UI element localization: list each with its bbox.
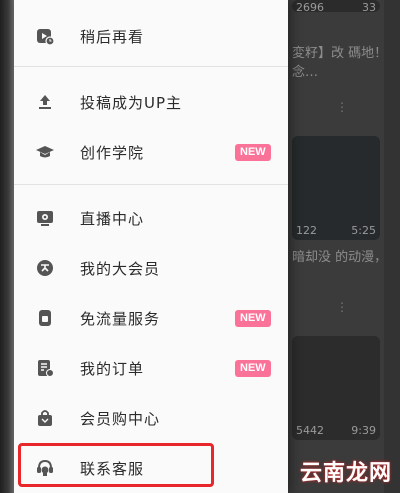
shopping-bag-icon (34, 407, 56, 429)
menu-item-label: 会员购中心 (80, 409, 161, 428)
duration: 33 (362, 1, 376, 12)
device-bezel (0, 0, 14, 493)
view-count: 122 (296, 224, 317, 237)
menu-item-label: 稍后再看 (80, 27, 145, 46)
background-feed: 2696 33 変籽】改 碼地！念… ⋮ 122 5:25 暗却没 的动漫， ⋮… (288, 0, 400, 493)
menu-item-watch-later[interactable]: 稍后再看 (14, 14, 288, 58)
upload-icon (34, 91, 56, 113)
sim-card-icon (34, 307, 56, 329)
duration: 9:39 (351, 424, 376, 437)
more-icon[interactable]: ⋮ (336, 100, 348, 114)
menu-item-label: 我的大会员 (80, 259, 161, 278)
menu-item-vip-shop[interactable]: 会员购中心 (14, 396, 288, 440)
duration: 5:25 (351, 224, 376, 237)
divider (14, 184, 288, 185)
menu-item-live-center[interactable]: 直播中心 (14, 196, 288, 240)
video-thumbnail[interactable]: 5442 9:39 (292, 336, 380, 440)
highlight-box (18, 443, 214, 487)
menu-item-upload[interactable]: 投稿成为UP主 (14, 80, 288, 124)
navigation-drawer: 稍后再看 投稿成为UP主 创作学院 NEW 直播中心 我的大会员 免流量服务 N… (14, 0, 288, 493)
live-tv-icon (34, 207, 56, 229)
more-icon[interactable]: ⋮ (336, 300, 348, 314)
menu-item-label: 免流量服务 (80, 309, 161, 328)
play-later-icon (34, 25, 56, 47)
graduation-cap-icon (34, 141, 56, 163)
video-title[interactable]: 変籽】改 碼地！念… (292, 44, 398, 82)
menu-item-label: 投稿成为UP主 (80, 93, 183, 112)
watermark: 云南龙网 (299, 461, 392, 486)
view-count: 2696 (296, 1, 324, 12)
menu-item-label: 直播中心 (80, 209, 145, 228)
new-badge: NEW (235, 359, 271, 377)
menu-item-free-data[interactable]: 免流量服务 NEW (14, 296, 288, 340)
menu-item-creator-academy[interactable]: 创作学院 NEW (14, 130, 288, 174)
video-thumbnail[interactable]: 122 5:25 (292, 136, 380, 240)
menu-item-my-orders[interactable]: 我的订单 NEW (14, 346, 288, 390)
new-badge: NEW (235, 143, 271, 161)
menu-item-label: 创作学院 (80, 143, 145, 162)
menu-item-label: 我的订单 (80, 359, 145, 378)
video-thumbnail[interactable]: 2696 33 (292, 0, 380, 12)
view-count: 5442 (296, 424, 324, 437)
menu-item-big-vip[interactable]: 我的大会员 (14, 246, 288, 290)
new-badge: NEW (235, 309, 271, 327)
video-title[interactable]: 暗却没 的动漫， (292, 248, 398, 267)
scrollbar[interactable] (384, 0, 400, 493)
order-icon (34, 357, 56, 379)
vip-icon (34, 257, 56, 279)
divider (14, 66, 288, 67)
